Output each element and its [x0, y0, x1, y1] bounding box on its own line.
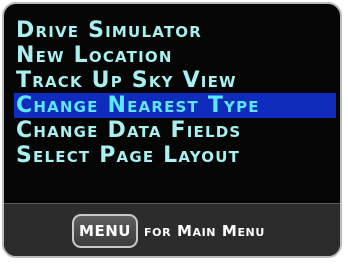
menu-item-select-page-layout[interactable]: Select Page Layout [14, 143, 336, 168]
options-menu-screen: Drive Simulator New Location Track Up Sk… [2, 2, 342, 258]
menu-key-button[interactable]: MENU [72, 214, 138, 248]
menu-item-track-up-sky-view[interactable]: Track Up Sky View [14, 68, 336, 93]
menu-item-change-nearest-type[interactable]: Change Nearest Type [14, 93, 336, 118]
device-bezel: Drive Simulator New Location Track Up Sk… [0, 0, 348, 264]
main-menu-hint: for Main Menu [144, 222, 265, 240]
options-menu: Drive Simulator New Location Track Up Sk… [14, 18, 336, 168]
menu-item-new-location[interactable]: New Location [14, 43, 336, 68]
menu-item-change-data-fields[interactable]: Change Data Fields [14, 118, 336, 143]
menu-item-drive-simulator[interactable]: Drive Simulator [14, 18, 336, 43]
softkey-footer: MENU for Main Menu [4, 203, 340, 256]
